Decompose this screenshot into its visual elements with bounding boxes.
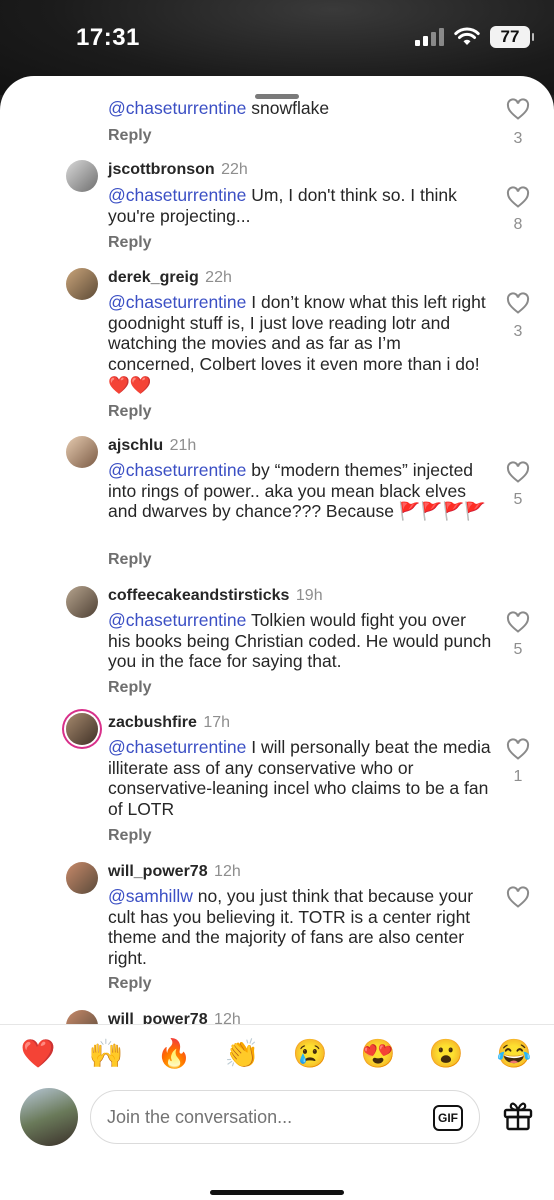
comment-text: @chaseturrentine snowflake [108,98,330,118]
comment-username[interactable]: ajschlu [108,437,163,454]
comment-text: @chaseturrentine I don’t know what this … [108,292,486,395]
comment-text: @chaseturrentine Um, I don't think so. I… [108,185,457,226]
signal-icon [415,28,444,46]
comment-time: 19h [295,587,323,604]
comment-mention[interactable]: @chaseturrentine [108,737,246,757]
comment-list[interactable]: @chaseturrentine snowflake Reply 3 jscot… [0,76,554,1024]
comment-text: @chaseturrentine Tolkien would fight you… [108,610,492,672]
like-count: 5 [513,641,523,658]
comments-sheet: @chaseturrentine snowflake Reply 3 jscot… [0,76,554,1200]
comment-time: 12h [214,863,241,880]
avatar[interactable] [66,268,98,300]
like-count: 3 [513,323,523,340]
comment-mention[interactable]: @chaseturrentine [108,185,246,205]
heart-icon[interactable] [506,461,530,483]
comment-username[interactable]: will_power78 [108,863,208,880]
comment-time: 17h [203,714,231,731]
comment-time: 22h [205,269,232,286]
comment-composer: GIF [0,1088,554,1148]
quick-reaction-bar: ❤️ 🙌 🔥 👏 😢 😍 😮 😂 [0,1036,554,1076]
reply-button[interactable]: Reply [108,234,152,252]
emoji-laughing[interactable]: 😂 [496,1036,532,1072]
comment-text: @chaseturrentine by “modern themes” inje… [108,460,487,522]
comment-mention[interactable]: @samhillw [108,886,193,906]
comment-username[interactable]: jscottbronson [108,161,215,178]
emoji-fire[interactable]: 🔥 [156,1036,192,1072]
comment-username[interactable]: coffeecakeandstirsticks [108,587,289,604]
heart-icon[interactable] [506,292,530,314]
emoji-clapping[interactable]: 👏 [224,1036,260,1072]
like-count: 3 [513,130,523,147]
reply-button[interactable]: Reply [108,679,152,697]
wifi-icon [454,27,480,45]
emoji-heart-eyes[interactable]: 😍 [360,1036,396,1072]
comment-mention[interactable]: @chaseturrentine [108,292,246,312]
like-count: 8 [513,216,523,233]
comment-username[interactable]: zacbushfire [108,714,197,731]
gift-icon[interactable] [502,1100,534,1132]
comment-input[interactable] [107,1106,407,1128]
reply-button[interactable]: Reply [108,975,152,993]
emoji-raising-hands[interactable]: 🙌 [88,1036,124,1072]
status-icons: 77 [415,26,534,48]
home-indicator [210,1190,344,1195]
current-user-avatar [20,1088,78,1146]
comment-mention[interactable]: @chaseturrentine [108,610,246,630]
reply-button[interactable]: Reply [108,551,152,569]
comment-mention[interactable]: @chaseturrentine [108,460,246,480]
avatar[interactable] [66,436,98,468]
avatar[interactable] [66,862,98,894]
comment-mention[interactable]: @chaseturrentine [108,98,246,118]
battery-indicator: 77 [490,26,534,48]
like-count: 5 [513,491,523,508]
emoji-surprised[interactable]: 😮 [428,1036,464,1072]
heart-icon[interactable] [506,98,530,120]
comment-input-box[interactable]: GIF [90,1090,480,1144]
reply-button[interactable]: Reply [108,403,152,421]
divider [0,1024,554,1025]
comment-time: 21h [169,437,197,454]
like-count: 1 [513,768,523,785]
emoji-heart[interactable]: ❤️ [20,1036,56,1072]
gif-button[interactable]: GIF [433,1105,463,1131]
comment-username[interactable]: will_power78 [108,1011,208,1024]
avatar[interactable] [66,160,98,192]
avatar[interactable] [66,586,98,618]
comment-time: 22h [221,161,248,178]
comment-time: 12h [214,1011,241,1024]
heart-icon[interactable] [506,738,530,760]
reply-button[interactable]: Reply [108,127,152,145]
comment-username[interactable]: derek_greig [108,269,199,286]
status-time: 17:31 [76,24,140,51]
heart-icon[interactable] [506,186,530,208]
avatar[interactable] [66,713,98,745]
comment-text: @chaseturrentine I will personally beat … [108,737,491,820]
heart-icon[interactable] [506,886,530,908]
reply-button[interactable]: Reply [108,827,152,845]
emoji-crying[interactable]: 😢 [292,1036,328,1072]
comment-text: @samhillw no, you just think that becaus… [108,886,474,969]
heart-icon[interactable] [506,611,530,633]
avatar[interactable] [66,1010,98,1024]
